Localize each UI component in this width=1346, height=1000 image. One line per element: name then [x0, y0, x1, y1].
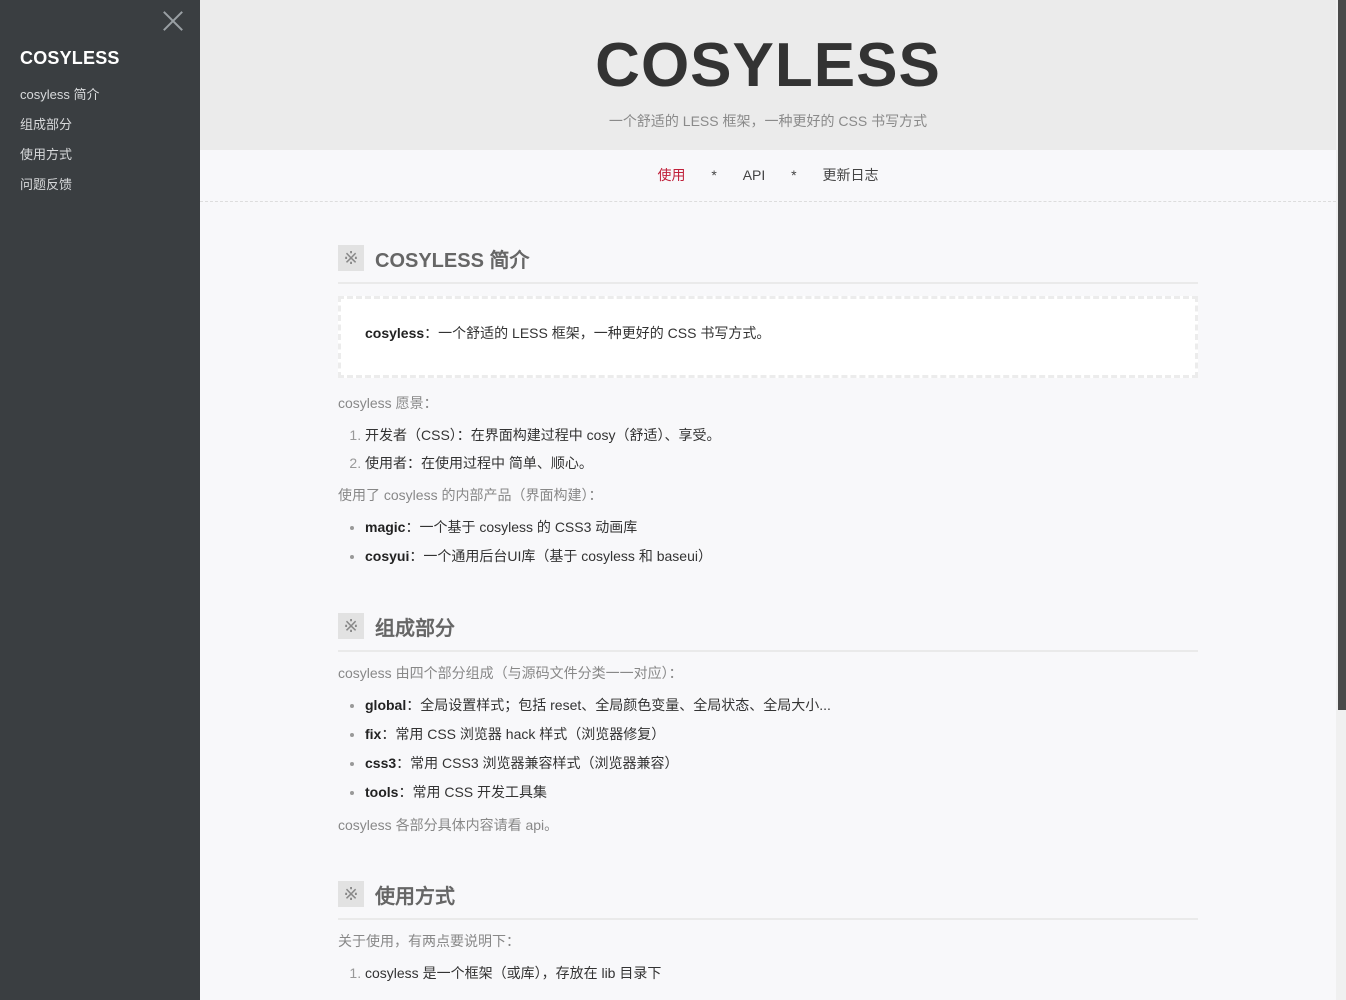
- page-subtitle: 一个舒适的 LESS 框架，一种更好的 CSS 书写方式: [608, 113, 928, 129]
- item-desc: ：常用 CSS 开发工具集: [398, 784, 548, 800]
- parts-outro: cosyless 各部分具体内容请看 api。: [338, 817, 559, 833]
- usage-list: cosyless 是一个框架（或库），存放在 lib 目录下: [338, 962, 1198, 990]
- item-name: magic: [365, 519, 406, 535]
- section-title: 组成部分: [375, 617, 455, 640]
- section-heading: ※ 使用方式: [338, 876, 1198, 920]
- item-name: tools: [365, 784, 399, 800]
- item-desc: ：一个通用后台UI库（基于 cosyless 和 baseui）: [409, 548, 712, 564]
- quote-keyword: cosyless: [365, 325, 425, 341]
- nav-link-api[interactable]: API: [743, 150, 766, 200]
- section-parts: ※ 组成部分 cosyless 由四个部分组成（与源码文件分类一一对应）： gl…: [338, 608, 1198, 836]
- item-desc: ：一个基于 cosyless 的 CSS3 动画库: [405, 519, 638, 535]
- sidebar-item-intro[interactable]: cosyless 简介: [20, 85, 99, 115]
- page-title: COSYLESS: [595, 31, 941, 100]
- list-item: 使用者：在使用过程中 简单、顺心。: [365, 452, 1198, 480]
- item-desc: ：常用 CSS3 浏览器兼容样式（浏览器兼容）: [396, 755, 679, 771]
- products-label: 使用了 cosyless 的内部产品（界面构建）：: [338, 487, 603, 503]
- list-item: 开发者（CSS）：在界面构建过程中 cosy（舒适）、享受。: [365, 424, 1198, 452]
- list-item: fix：常用 CSS 浏览器 hack 样式（浏览器修复）: [365, 723, 1198, 752]
- parts-list: global：全局设置样式；包括 reset、全局颜色变量、全局状态、全局大小.…: [338, 694, 1198, 810]
- section-intro: ※ COSYLESS 简介 cosyless：一个舒适的 LESS 框架，一种更…: [338, 240, 1198, 574]
- main-content: COSYLESS 一个舒适的 LESS 框架，一种更好的 CSS 书写方式 使用…: [200, 0, 1336, 1000]
- article: ※ COSYLESS 简介 cosyless：一个舒适的 LESS 框架，一种更…: [338, 240, 1198, 990]
- quote-text: ：一个舒适的 LESS 框架，一种更好的 CSS 书写方式。: [424, 325, 771, 341]
- list-item: global：全局设置样式；包括 reset、全局颜色变量、全局状态、全局大小.…: [365, 694, 1198, 723]
- section-heading: ※ 组成部分: [338, 608, 1198, 652]
- sidebar-title: COSYLESS: [20, 48, 120, 68]
- list-item: cosyless 是一个框架（或库），存放在 lib 目录下: [365, 962, 1198, 990]
- nav-separator: *: [711, 167, 717, 183]
- vision-list: 开发者（CSS）：在界面构建过程中 cosy（舒适）、享受。 使用者：在使用过程…: [338, 424, 1198, 480]
- item-name: css3: [365, 755, 397, 771]
- reference-mark-icon: ※: [338, 881, 364, 907]
- item-name: global: [365, 697, 407, 713]
- section-title: COSYLESS 简介: [375, 249, 530, 272]
- sidebar: COSYLESS cosyless 简介 组成部分 使用方式 问题反馈: [0, 0, 200, 1000]
- close-icon[interactable]: [162, 10, 184, 32]
- section-heading: ※ COSYLESS 简介: [338, 240, 1198, 284]
- usage-intro: 关于使用，有两点要说明下：: [338, 933, 520, 949]
- item-name: fix: [365, 726, 382, 742]
- vision-label: cosyless 愿景：: [338, 395, 438, 411]
- scrollbar-thumb[interactable]: [1338, 0, 1346, 710]
- products-list: magic：一个基于 cosyless 的 CSS3 动画库 cosyui：一个…: [338, 516, 1198, 574]
- item-desc: ：常用 CSS 浏览器 hack 样式（浏览器修复）: [381, 726, 666, 742]
- parts-intro: cosyless 由四个部分组成（与源码文件分类一一对应）：: [338, 665, 683, 681]
- list-item: tools：常用 CSS 开发工具集: [365, 781, 1198, 810]
- top-nav: 使用 * API * 更新日志: [200, 150, 1336, 202]
- hero-header: COSYLESS 一个舒适的 LESS 框架，一种更好的 CSS 书写方式: [200, 0, 1336, 150]
- section-usage: ※ 使用方式 关于使用，有两点要说明下： cosyless 是一个框架（或库），…: [338, 876, 1198, 990]
- reference-mark-icon: ※: [338, 245, 364, 271]
- sidebar-item-parts[interactable]: 组成部分: [20, 115, 99, 145]
- sidebar-nav: cosyless 简介 组成部分 使用方式 问题反馈: [20, 85, 99, 205]
- section-title: 使用方式: [375, 885, 455, 908]
- item-name: cosyui: [365, 548, 410, 564]
- sidebar-item-usage[interactable]: 使用方式: [20, 145, 99, 175]
- list-item: magic：一个基于 cosyless 的 CSS3 动画库: [365, 516, 1198, 545]
- list-item: cosyui：一个通用后台UI库（基于 cosyless 和 baseui）: [365, 545, 1198, 574]
- item-desc: ：全局设置样式；包括 reset、全局颜色变量、全局状态、全局大小...: [406, 697, 831, 713]
- nav-separator: *: [791, 167, 797, 183]
- sidebar-item-feedback[interactable]: 问题反馈: [20, 175, 99, 205]
- reference-mark-icon: ※: [338, 613, 364, 639]
- nav-link-changelog[interactable]: 更新日志: [823, 150, 879, 200]
- intro-quote: cosyless：一个舒适的 LESS 框架，一种更好的 CSS 书写方式。: [338, 296, 1198, 378]
- nav-link-usage[interactable]: 使用: [657, 150, 685, 200]
- list-item: css3：常用 CSS3 浏览器兼容样式（浏览器兼容）: [365, 752, 1198, 781]
